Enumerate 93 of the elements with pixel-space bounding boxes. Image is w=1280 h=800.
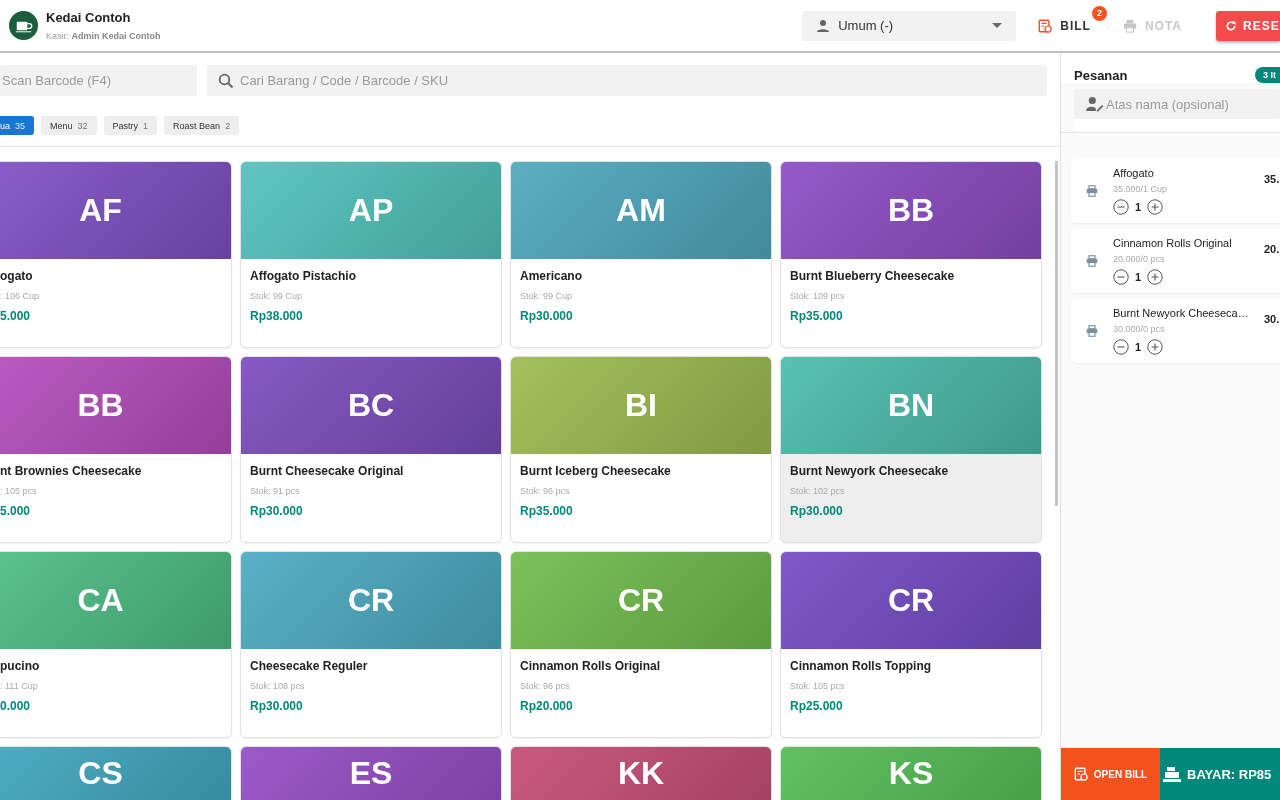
quantity-value: 1 [1135,271,1142,283]
product-card[interactable]: CR Cinnamon Rolls Original Stok: 96 pcs Rp20.000 [510,551,772,738]
product-price: Rp30.000 [250,699,304,713]
stock-label: : 111 Cup [0,681,39,691]
product-initials: CS [78,755,123,792]
store-name: Kedai Contoh [46,10,132,25]
product-price: Rp30.000 [790,504,844,518]
product-price: 0.000 [0,699,32,713]
product-name: nt Brownies Cheesecake [0,464,143,478]
product-price: 5.000 [0,504,32,518]
product-initials: CA [77,582,124,619]
product-price: Rp35.000 [790,309,844,323]
product-card[interactable]: BB nt Brownies Cheesecake : 105 pcs 5.000 [0,356,232,543]
product-card[interactable]: KK [510,746,772,800]
category-chip[interactable]: Pastry 1 [103,116,158,135]
product-name: Cinnamon Rolls Original [520,659,661,673]
product-price: Rp20.000 [520,699,574,713]
barcode-field[interactable]: Scan Barcode (F4) [0,65,197,96]
customer-name-field[interactable]: Atas nama (opsional) [1074,89,1280,119]
stock-label: Stok: 96 pcs [520,681,571,691]
product-initials: AF [79,192,122,229]
unit-price: 35.000/1 Cup [1113,184,1169,194]
product-card[interactable]: AM Americano Stok: 99 Cup Rp30.000 [510,161,772,348]
unit-price: 20.000/0 pcs [1113,254,1166,264]
reset-button[interactable]: RESE [1216,10,1280,41]
product-initials: BN [887,387,935,424]
stock-label: Stok: 99 Cup [250,291,304,301]
product-card[interactable]: BB Burnt Blueberry Cheesecake Stok: 109 pcs Rp35.000 [780,161,1042,348]
search-field[interactable]: Cari Barang / Code / Barcode / SKU [207,65,1047,96]
stock-label: Stok: 96 pcs [520,486,571,496]
product-name: Affogato Pistachio [250,269,357,283]
product-price: 5.000 [0,309,32,323]
item-total: 35. [1264,173,1280,185]
quantity-value: 1 [1135,341,1142,353]
order-title: Pesanan [1074,67,1128,83]
product-name: Burnt Blueberry Cheesecake [790,269,956,283]
product-initials: BB [887,192,935,229]
product-initials: BC [347,387,395,424]
product-card[interactable]: BN Burnt Newyork Cheesecake Stok: 102 pcs Rp30.000 [780,356,1042,543]
product-card[interactable]: BC Burnt Cheesecake Original Stok: 91 pcs Rp30.000 [240,356,502,543]
product-name: Cinnamon Rolls Topping [790,659,933,673]
product-initials: ES [349,755,393,792]
cashier-label: Kasir: Admin Kedai Contoh [46,31,161,41]
product-name: ogato [0,269,34,283]
product-card[interactable]: CR Cinnamon Rolls Topping Stok: 105 pcs Rp25.000 [780,551,1042,738]
product-initials: CR [887,582,935,619]
pay-button[interactable]: BAYAR: RP85 [1160,748,1280,800]
product-card[interactable]: AF ogato : 106 Cup 5.000 [0,161,232,348]
product-initials: KK [617,755,665,792]
stock-label: Stok: 109 pcs [790,291,846,301]
product-price: Rp30.000 [250,504,304,518]
product-initials: AM [616,192,666,229]
stock-label: Stok: 108 pcs [250,681,306,691]
order-item-name: Burnt Newyork Cheeseca… [1113,307,1249,319]
quantity-value: 1 [1135,201,1142,213]
product-price: Rp38.000 [250,309,304,323]
order-item-name: Cinnamon Rolls Original [1113,237,1233,249]
product-name: Cheesecake Reguler [250,659,369,673]
stock-label: Stok: 105 pcs [790,681,846,691]
product-initials: KS [888,755,934,792]
product-name: pucino [0,659,41,673]
product-price: Rp35.000 [520,504,574,518]
item-count-badge: 3 It [1255,67,1280,83]
product-card[interactable]: AP Affogato Pistachio Stok: 99 Cup Rp38.000 [240,161,502,348]
stock-label: Stok: 99 Cup [520,291,574,301]
product-initials: BI [625,387,657,424]
product-card[interactable]: ES [240,746,502,800]
category-chip[interactable]: Menu 32 [41,116,97,135]
product-initials: BB [77,387,124,424]
product-card[interactable]: CR Cheesecake Reguler Stok: 108 pcs Rp30.000 [240,551,502,738]
stock-label: : 106 Cup [0,291,41,301]
product-initials: CR [617,582,665,619]
item-total: 20. [1264,243,1280,255]
product-name: Burnt Cheesecake Original [250,464,405,478]
product-price: Rp25.000 [790,699,844,713]
item-total: 30. [1264,313,1280,325]
stock-label: Stok: 102 pcs [790,486,846,496]
order-item-name: Affogato [1113,167,1155,179]
stock-label: : 105 pcs [0,486,38,496]
product-price: Rp30.000 [520,309,574,323]
count-badge: 2 [1091,5,1107,21]
product-name: Americano [520,269,584,283]
product-initials: CR [347,582,395,619]
product-initials: AP [348,192,394,229]
category-chip[interactable]: ua 35 [0,116,35,135]
product-card[interactable]: CA pucino : 111 Cup 0.000 [0,551,232,738]
stock-label: Stok: 91 pcs [250,486,301,496]
product-name: Burnt Iceberg Cheesecake [520,464,672,478]
customer-select[interactable]: Umum (-) [802,10,1017,41]
unit-price: 30.000/0 pcs [1113,324,1166,334]
product-card[interactable]: BI Burnt Iceberg Cheesecake Stok: 96 pcs Rp35.000 [510,356,772,543]
category-chip[interactable]: Roast Bean 2 [164,116,240,135]
product-name: Burnt Newyork Cheesecake [790,464,950,478]
